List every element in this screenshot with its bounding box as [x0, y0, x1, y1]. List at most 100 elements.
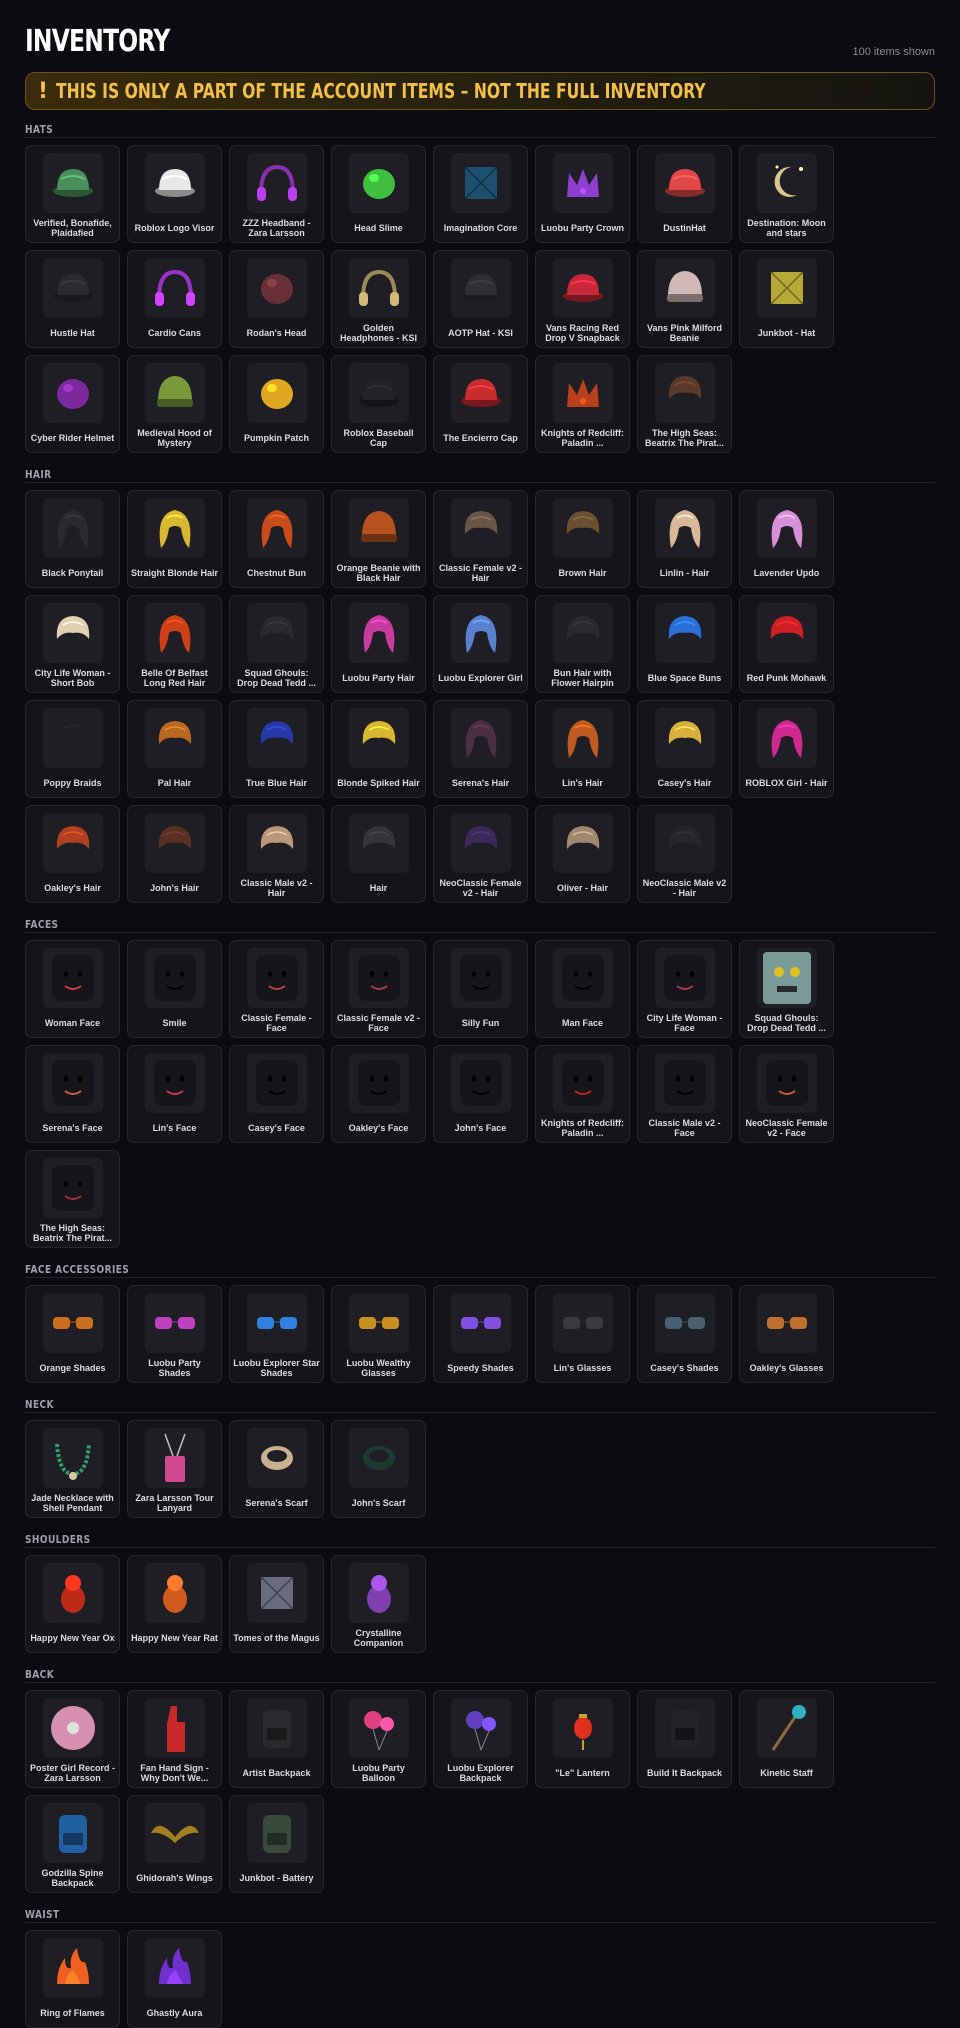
- item-card[interactable]: Roblox Baseball Cap: [331, 355, 426, 453]
- item-card[interactable]: Straight Blonde Hair: [127, 490, 222, 588]
- item-card[interactable]: Luobu Explorer Backpack: [433, 1690, 528, 1788]
- item-card[interactable]: Linlin - Hair: [637, 490, 732, 588]
- item-card[interactable]: City Life Woman - Short Bob: [25, 595, 120, 693]
- item-card[interactable]: Cyber Rider Helmet: [25, 355, 120, 453]
- item-card[interactable]: The High Seas: Beatrix The Pirat...: [637, 355, 732, 453]
- item-card[interactable]: John's Scarf: [331, 1420, 426, 1518]
- item-card[interactable]: Classic Female v2 - Face: [331, 940, 426, 1038]
- item-card[interactable]: Poster Girl Record - Zara Larsson: [25, 1690, 120, 1788]
- item-card[interactable]: Oakley's Glasses: [739, 1285, 834, 1383]
- item-card[interactable]: Luobu Party Hair: [331, 595, 426, 693]
- item-card[interactable]: NeoClassic Female v2 - Face: [739, 1045, 834, 1143]
- item-card[interactable]: Happy New Year Rat: [127, 1555, 222, 1653]
- item-card[interactable]: Cardio Cans: [127, 250, 222, 348]
- item-card[interactable]: Classic Female - Face: [229, 940, 324, 1038]
- item-card[interactable]: Roblox Logo Visor: [127, 145, 222, 243]
- item-card[interactable]: Hustle Hat: [25, 250, 120, 348]
- item-card[interactable]: Artist Backpack: [229, 1690, 324, 1788]
- item-card[interactable]: Vans Racing Red Drop V Snapback: [535, 250, 630, 348]
- item-card[interactable]: Blue Space Buns: [637, 595, 732, 693]
- item-card[interactable]: Squad Ghouls: Drop Dead Tedd ...: [229, 595, 324, 693]
- item-card[interactable]: Luobu Party Crown: [535, 145, 630, 243]
- item-card[interactable]: Classic Male v2 - Hair: [229, 805, 324, 903]
- item-card[interactable]: AOTP Hat - KSI: [433, 250, 528, 348]
- item-card[interactable]: Smile: [127, 940, 222, 1038]
- item-card[interactable]: NeoClassic Female v2 - Hair: [433, 805, 528, 903]
- item-card[interactable]: Luobu Wealthy Glasses: [331, 1285, 426, 1383]
- item-card[interactable]: Tomes of the Magus: [229, 1555, 324, 1653]
- item-card[interactable]: Luobu Party Balloon: [331, 1690, 426, 1788]
- item-card[interactable]: Junkbot - Battery: [229, 1795, 324, 1893]
- item-card[interactable]: Orange Shades: [25, 1285, 120, 1383]
- item-card[interactable]: The High Seas: Beatrix The Pirat...: [25, 1150, 120, 1248]
- item-card[interactable]: Lavender Updo: [739, 490, 834, 588]
- item-card[interactable]: Pumpkin Patch: [229, 355, 324, 453]
- item-card[interactable]: Silly Fun: [433, 940, 528, 1038]
- item-card[interactable]: Oakley's Face: [331, 1045, 426, 1143]
- item-card[interactable]: Hair: [331, 805, 426, 903]
- item-card[interactable]: ZZZ Headband - Zara Larsson: [229, 145, 324, 243]
- item-card[interactable]: Woman Face: [25, 940, 120, 1038]
- item-card[interactable]: Knights of Redcliff: Paladin ...: [535, 1045, 630, 1143]
- item-card[interactable]: Medieval Hood of Mystery: [127, 355, 222, 453]
- item-card[interactable]: Luobu Explorer Star Shades: [229, 1285, 324, 1383]
- item-card[interactable]: Casey's Hair: [637, 700, 732, 798]
- item-card[interactable]: Golden Headphones - KSI: [331, 250, 426, 348]
- item-card[interactable]: Classic Female v2 - Hair: [433, 490, 528, 588]
- item-card[interactable]: Vans Pink Milford Beanie: [637, 250, 732, 348]
- item-card[interactable]: Serena's Face: [25, 1045, 120, 1143]
- item-card[interactable]: The Encierro Cap: [433, 355, 528, 453]
- item-card[interactable]: Serena's Hair: [433, 700, 528, 798]
- item-card[interactable]: Luobu Party Shades: [127, 1285, 222, 1383]
- item-card[interactable]: Jade Necklace with Shell Pendant: [25, 1420, 120, 1518]
- item-card[interactable]: NeoClassic Male v2 - Hair: [637, 805, 732, 903]
- item-card[interactable]: Fan Hand Sign - Why Don't We...: [127, 1690, 222, 1788]
- item-card[interactable]: ROBLOX Girl - Hair: [739, 700, 834, 798]
- item-card[interactable]: John's Face: [433, 1045, 528, 1143]
- item-card[interactable]: Junkbot - Hat: [739, 250, 834, 348]
- item-card[interactable]: Knights of Redcliff: Paladin ...: [535, 355, 630, 453]
- item-card[interactable]: Ghastly Aura: [127, 1930, 222, 2028]
- item-card[interactable]: Destination: Moon and stars: [739, 145, 834, 243]
- item-card[interactable]: Casey's Shades: [637, 1285, 732, 1383]
- item-card[interactable]: Man Face: [535, 940, 630, 1038]
- item-card[interactable]: Brown Hair: [535, 490, 630, 588]
- item-card[interactable]: Luobu Explorer Girl: [433, 595, 528, 693]
- item-card[interactable]: Poppy Braids: [25, 700, 120, 798]
- item-card[interactable]: Serena's Scarf: [229, 1420, 324, 1518]
- item-card[interactable]: Lin's Hair: [535, 700, 630, 798]
- item-card[interactable]: Head Slime: [331, 145, 426, 243]
- item-card[interactable]: Blonde Spiked Hair: [331, 700, 426, 798]
- item-card[interactable]: Lin's Glasses: [535, 1285, 630, 1383]
- item-card[interactable]: Happy New Year Ox: [25, 1555, 120, 1653]
- item-card[interactable]: Ring of Flames: [25, 1930, 120, 2028]
- item-card[interactable]: Speedy Shades: [433, 1285, 528, 1383]
- item-card[interactable]: Pal Hair: [127, 700, 222, 798]
- item-card[interactable]: Oakley's Hair: [25, 805, 120, 903]
- item-card[interactable]: Casey's Face: [229, 1045, 324, 1143]
- item-card[interactable]: Oliver - Hair: [535, 805, 630, 903]
- item-card[interactable]: Black Ponytail: [25, 490, 120, 588]
- item-card[interactable]: Crystalline Companion: [331, 1555, 426, 1653]
- item-card[interactable]: Chestnut Bun: [229, 490, 324, 588]
- item-card[interactable]: True Blue Hair: [229, 700, 324, 798]
- item-card[interactable]: Godzilla Spine Backpack: [25, 1795, 120, 1893]
- item-card[interactable]: Rodan's Head: [229, 250, 324, 348]
- item-card[interactable]: Classic Male v2 - Face: [637, 1045, 732, 1143]
- item-card[interactable]: Verified, Bonafide, Plaidafied: [25, 145, 120, 243]
- item-card[interactable]: John's Hair: [127, 805, 222, 903]
- item-card[interactable]: Build It Backpack: [637, 1690, 732, 1788]
- item-card[interactable]: City Life Woman - Face: [637, 940, 732, 1038]
- item-card[interactable]: Red Punk Mohawk: [739, 595, 834, 693]
- item-card[interactable]: Imagination Core: [433, 145, 528, 243]
- item-card[interactable]: Bun Hair with Flower Hairpin: [535, 595, 630, 693]
- item-card[interactable]: Zara Larsson Tour Lanyard: [127, 1420, 222, 1518]
- item-card[interactable]: Lin's Face: [127, 1045, 222, 1143]
- item-card[interactable]: Orange Beanie with Black Hair: [331, 490, 426, 588]
- item-card[interactable]: Kinetic Staff: [739, 1690, 834, 1788]
- item-card[interactable]: DustinHat: [637, 145, 732, 243]
- item-card[interactable]: "Le" Lantern: [535, 1690, 630, 1788]
- item-card[interactable]: Squad Ghouls: Drop Dead Tedd ...: [739, 940, 834, 1038]
- item-card[interactable]: Ghidorah's Wings: [127, 1795, 222, 1893]
- item-card[interactable]: Belle Of Belfast Long Red Hair: [127, 595, 222, 693]
